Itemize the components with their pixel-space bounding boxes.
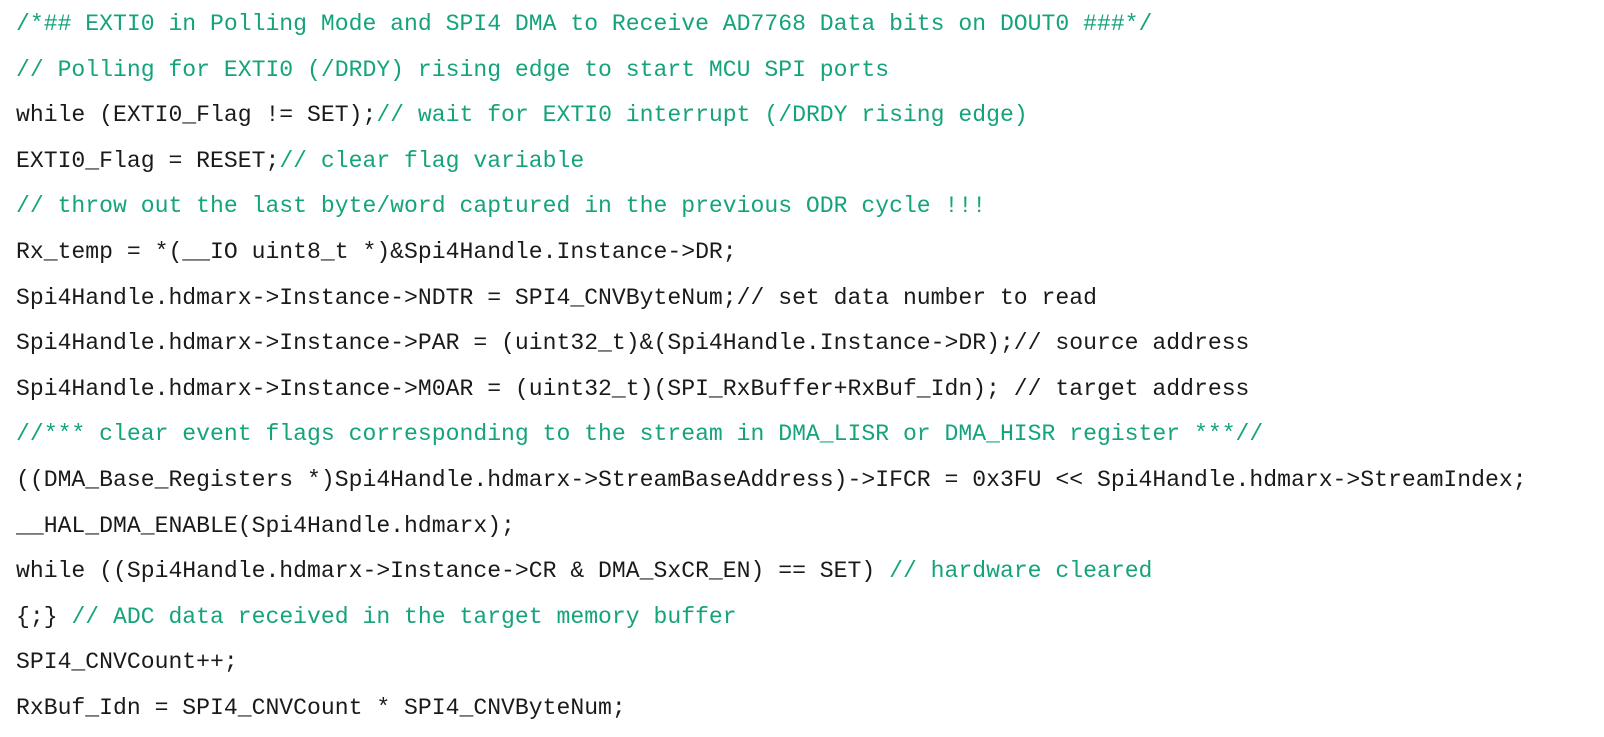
comment-clear-event-flags: //*** clear event flags corresponding to…	[16, 421, 1264, 448]
code-line-8: Spi4Handle.hdmarx->Instance->PAR = (uint…	[16, 321, 1527, 367]
code-dma-enable: __HAL_DMA_ENABLE(Spi4Handle.hdmarx);	[16, 512, 515, 539]
code-line-13: while ((Spi4Handle.hdmarx->Instance->CR …	[16, 549, 1527, 595]
code-line-11: ((DMA_Base_Registers *)Spi4Handle.hdmarx…	[16, 458, 1527, 504]
code-line-9: Spi4Handle.hdmarx->Instance->M0AR = (uin…	[16, 367, 1527, 413]
code-line-15: SPI4_CNVCount++;	[16, 640, 1527, 686]
code-line-5: // throw out the last byte/word captured…	[16, 184, 1527, 230]
code-line-6: Rx_temp = *(__IO uint8_t *)&Spi4Handle.I…	[16, 230, 1527, 276]
code-wait-exti0: while (EXTI0_Flag != SET);	[16, 102, 377, 129]
code-line-3: while (EXTI0_Flag != SET);// wait for EX…	[16, 93, 1527, 139]
comment-polling: // Polling for EXTI0 (/DRDY) rising edge…	[16, 56, 890, 83]
code-line-4: EXTI0_Flag = RESET;// clear flag variabl…	[16, 139, 1527, 185]
code-line-7: Spi4Handle.hdmarx->Instance->NDTR = SPI4…	[16, 276, 1527, 322]
code-line-12: __HAL_DMA_ENABLE(Spi4Handle.hdmarx);	[16, 504, 1527, 550]
code-par: Spi4Handle.hdmarx->Instance->PAR = (uint…	[16, 330, 1250, 357]
code-m0ar: Spi4Handle.hdmarx->Instance->M0AR = (uin…	[16, 375, 1250, 402]
comment-throw-out: // throw out the last byte/word captured…	[16, 193, 987, 220]
code-ifcr: ((DMA_Base_Registers *)Spi4Handle.hdmarx…	[16, 466, 1527, 493]
code-rxbuf-idn: RxBuf_Idn = SPI4_CNVCount * SPI4_CNVByte…	[16, 694, 626, 721]
code-line-2: // Polling for EXTI0 (/DRDY) rising edge…	[16, 48, 1527, 94]
code-rx-temp: Rx_temp = *(__IO uint8_t *)&Spi4Handle.I…	[16, 238, 737, 265]
comment-wait-exti0: // wait for EXTI0 interrupt (/DRDY risin…	[376, 102, 1028, 129]
code-ndtr: Spi4Handle.hdmarx->Instance->NDTR = SPI4…	[16, 284, 1097, 311]
comment-hardware-cleared: // hardware cleared	[889, 558, 1153, 585]
code-line-16: RxBuf_Idn = SPI4_CNVCount * SPI4_CNVByte…	[16, 686, 1527, 732]
comment-clear-flag: // clear flag variable	[279, 147, 585, 174]
code-line-14: {;} // ADC data received in the target m…	[16, 595, 1527, 641]
code-empty-block: {;}	[16, 603, 72, 630]
code-listing: /*## EXTI0 in Polling Mode and SPI4 DMA …	[16, 2, 1527, 732]
code-clear-flag: EXTI0_Flag = RESET;	[16, 147, 280, 174]
code-while-dma-en: while ((Spi4Handle.hdmarx->Instance->CR …	[16, 558, 890, 585]
comment-adc-received: // ADC data received in the target memor…	[71, 603, 737, 630]
comment-header: /*## EXTI0 in Polling Mode and SPI4 DMA …	[16, 11, 1153, 37]
code-line-1: /*## EXTI0 in Polling Mode and SPI4 DMA …	[16, 2, 1527, 48]
code-line-10: //*** clear event flags corresponding to…	[16, 412, 1527, 458]
code-cnv-count-inc: SPI4_CNVCount++;	[16, 649, 238, 676]
